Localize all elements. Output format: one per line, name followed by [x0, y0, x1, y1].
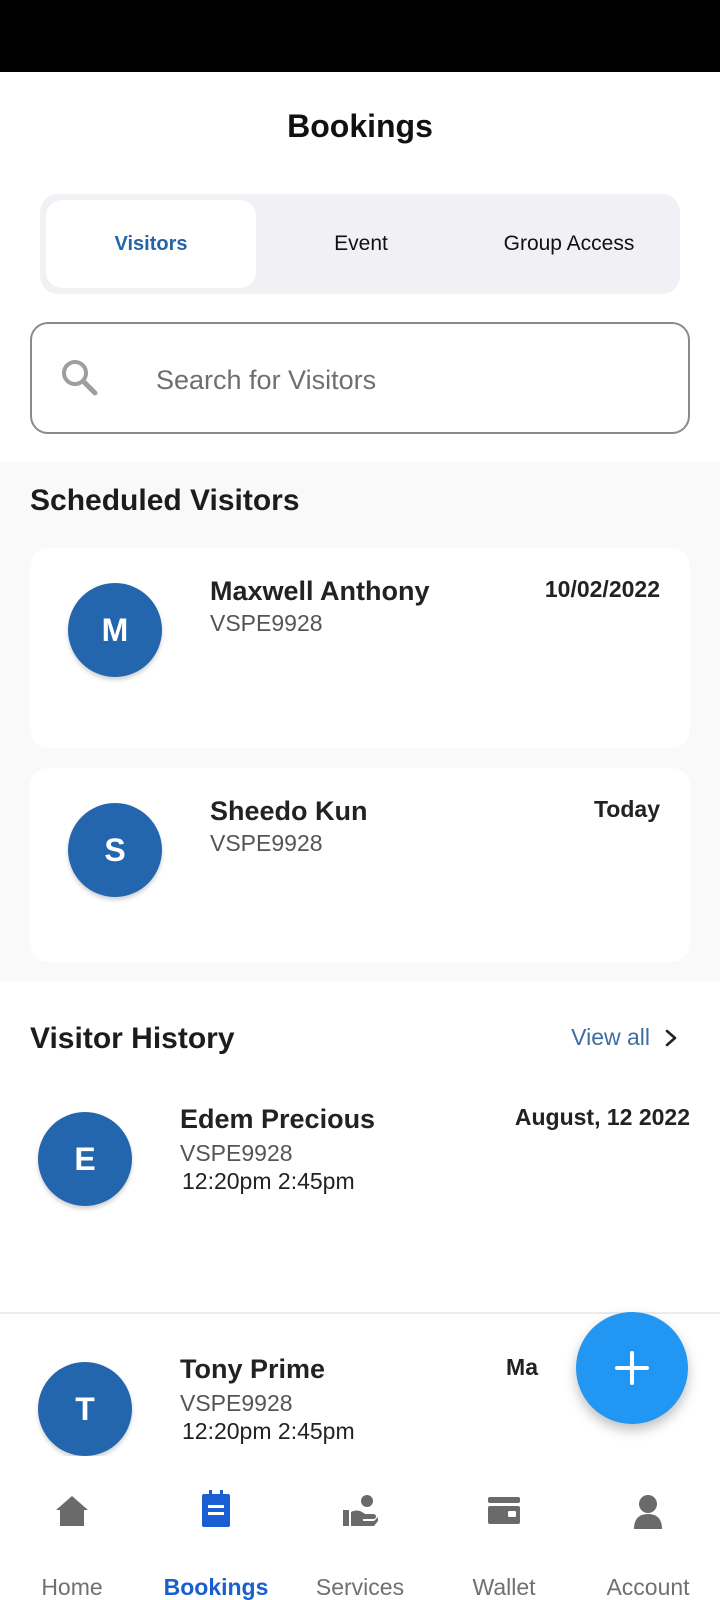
tab-bar: Visitors Event Group Access	[40, 194, 680, 294]
visit-date: Ma	[506, 1354, 538, 1380]
chevron-right-icon	[665, 1029, 677, 1046]
visitor-code: VSPE9928	[180, 1390, 293, 1416]
avatar: S	[68, 803, 162, 897]
search-input[interactable]	[156, 360, 656, 400]
page-title: Bookings	[287, 108, 433, 144]
visitor-name: Tony Prime	[180, 1354, 326, 1384]
nav-services-label: Services	[315, 1574, 405, 1600]
visitor-code: VSPE9928	[210, 830, 323, 856]
search-icon	[62, 360, 98, 396]
nav-wallet[interactable]: Wallet	[432, 1456, 576, 1600]
scheduled-visitor-card[interactable]: S Sheedo Kun VSPE9928 Today	[30, 768, 690, 962]
plus-icon	[615, 1351, 649, 1385]
nav-home-label: Home	[41, 1574, 103, 1600]
avatar: E	[38, 1112, 132, 1206]
person-icon	[634, 1495, 662, 1529]
visit-date: Today	[593, 796, 660, 822]
add-booking-button[interactable]	[576, 1312, 688, 1424]
visitor-history-heading: Visitor History	[30, 1022, 235, 1055]
nav-wallet-label: Wallet	[472, 1574, 536, 1600]
avatar: T	[38, 1362, 132, 1456]
avatar: M	[68, 583, 162, 677]
scheduled-visitors-heading: Scheduled Visitors	[30, 484, 300, 517]
tab-event[interactable]: Event	[256, 200, 466, 288]
visit-times: 12:20pm 2:45pm	[182, 1168, 355, 1194]
tab-visitors[interactable]: Visitors	[46, 200, 256, 288]
visitor-name: Maxwell Anthony	[210, 576, 430, 606]
wallet-icon	[488, 1497, 520, 1524]
bottom-nav: Home Bookings Services Wallet Account	[0, 1456, 720, 1600]
services-icon	[343, 1495, 378, 1526]
clipboard-icon	[202, 1490, 230, 1527]
scheduled-visitor-card[interactable]: M Maxwell Anthony VSPE9928 10/02/2022	[30, 548, 690, 748]
visit-times: 12:20pm 2:45pm	[182, 1418, 355, 1444]
home-icon	[56, 1496, 88, 1526]
status-bar	[0, 0, 720, 72]
visitor-name: Sheedo Kun	[210, 796, 368, 826]
view-all-label: View all	[571, 1024, 650, 1050]
tab-group-access[interactable]: Group Access	[464, 200, 674, 288]
nav-services[interactable]: Services	[288, 1456, 432, 1600]
visit-date: 10/02/2022	[544, 576, 660, 602]
view-all-link[interactable]: View all	[571, 1024, 678, 1051]
visit-date: August, 12 2022	[514, 1104, 690, 1130]
nav-account[interactable]: Account	[576, 1456, 720, 1600]
history-list-item[interactable]: E Edem Precious VSPE9928 12:20pm 2:45pm …	[0, 1090, 720, 1314]
search-box[interactable]	[30, 322, 690, 434]
nav-account-label: Account	[606, 1574, 690, 1600]
nav-bookings[interactable]: Bookings	[144, 1456, 288, 1600]
visitor-code: VSPE9928	[210, 610, 323, 636]
nav-bookings-label: Bookings	[163, 1574, 269, 1600]
visitor-name: Edem Precious	[180, 1104, 376, 1134]
nav-home[interactable]: Home	[0, 1456, 144, 1600]
visitor-code: VSPE9928	[180, 1140, 293, 1166]
